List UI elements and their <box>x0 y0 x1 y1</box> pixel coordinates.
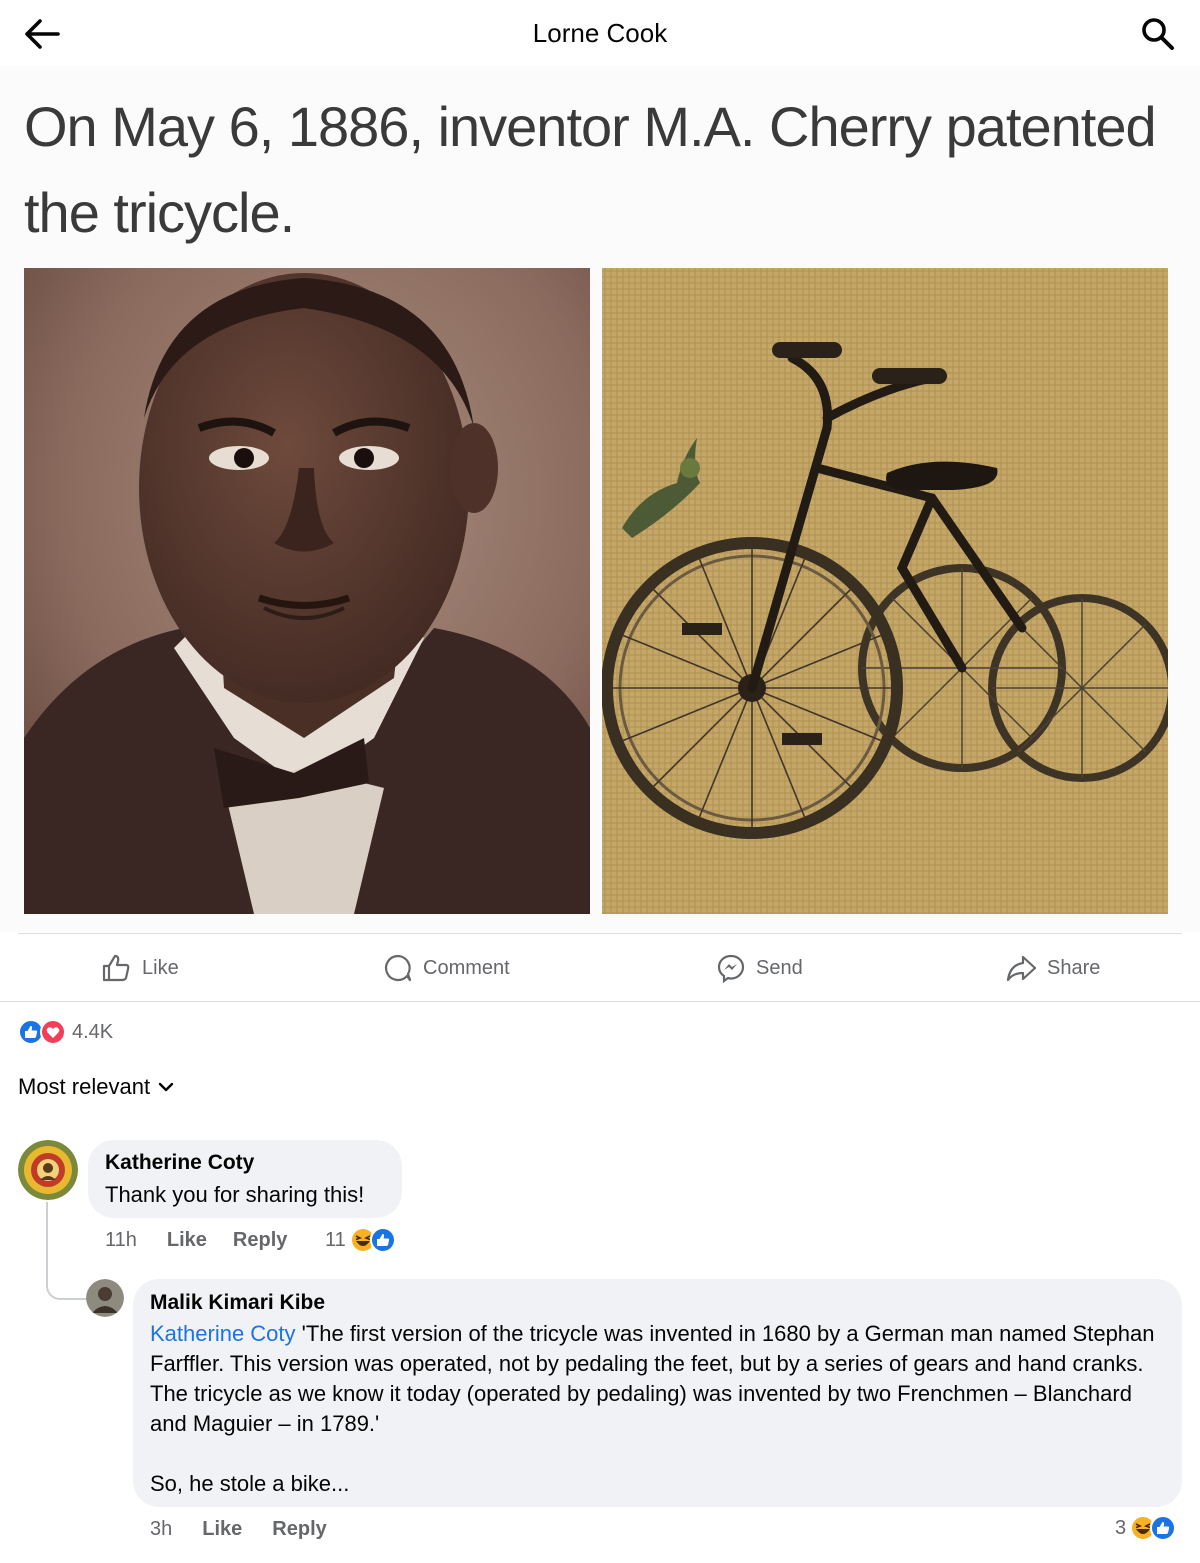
search-icon <box>1142 18 1174 50</box>
comment-reaction-count[interactable]: 3 <box>1115 1515 1177 1541</box>
comment-text: Thank you for sharing this! <box>105 1182 365 1207</box>
comment-icon <box>384 954 412 982</box>
portrait-photo <box>24 268 590 914</box>
share-label: Share <box>1047 956 1101 979</box>
send-label: Send <box>756 956 803 979</box>
comment-text: Katherine Coty 'The first version of the… <box>150 1319 1160 1439</box>
like-reaction-icon <box>369 1227 396 1253</box>
tricycle-icon <box>602 268 1168 914</box>
comment-time[interactable]: 11h <box>105 1229 137 1252</box>
share-button[interactable]: Share <box>1005 934 1100 1002</box>
divider-bottom <box>0 1001 1200 1002</box>
sort-label: Most relevant <box>18 1074 151 1099</box>
avatar[interactable] <box>86 1279 124 1317</box>
comment-text-followup: So, he stole a bike... <box>150 1471 350 1496</box>
like-button[interactable]: Like <box>100 934 179 1002</box>
comment-button[interactable]: Comment <box>383 934 510 1002</box>
comment-meta: 3h Like Reply <box>150 1518 327 1541</box>
comment-like-button[interactable]: Like <box>167 1229 207 1252</box>
comment-meta: 11h Like Reply <box>105 1229 287 1252</box>
love-reaction-icon <box>40 1019 66 1045</box>
post-headline: On May 6, 1886, inventor M.A. Cherry pat… <box>24 95 1157 244</box>
comment-reply-button[interactable]: Reply <box>233 1229 287 1252</box>
comment-label: Comment <box>423 956 510 979</box>
comment-reaction-number: 11 <box>325 1228 346 1251</box>
mention-link[interactable]: Katherine Coty <box>150 1321 296 1346</box>
send-button[interactable]: Send <box>716 934 803 1002</box>
comment-author[interactable]: Malik Kimari Kibe <box>150 1291 325 1315</box>
comment-body: 'The first version of the tricycle was i… <box>150 1321 1155 1436</box>
thumbs-up-icon <box>102 954 130 982</box>
avatar-icon <box>18 1140 78 1200</box>
search-button[interactable] <box>1138 14 1178 54</box>
comment-bubble: Katherine Coty Thank you for sharing thi… <box>88 1140 402 1218</box>
page-title: Lorne Cook <box>532 18 668 48</box>
top-bar: Lorne Cook <box>0 0 1200 66</box>
chevron-down-icon <box>158 1082 174 1092</box>
post-image[interactable]: On May 6, 1886, inventor M.A. Cherry pat… <box>0 66 1200 932</box>
comment-reaction-number: 3 <box>1115 1516 1127 1539</box>
comment-sort-dropdown[interactable]: Most relevant <box>18 1074 174 1100</box>
comment-bubble: Malik Kimari Kibe Katherine Coty 'The fi… <box>133 1279 1182 1507</box>
reaction-count: 4.4K <box>72 1020 114 1043</box>
comment-reply-button[interactable]: Reply <box>272 1518 326 1541</box>
comment-author[interactable]: Katherine Coty <box>105 1151 254 1175</box>
reactions-summary[interactable]: 4.4K <box>18 1017 113 1047</box>
portrait-illustration <box>24 268 590 914</box>
like-label: Like <box>142 956 179 979</box>
like-reaction-icon <box>1150 1515 1177 1541</box>
avatar-icon <box>86 1279 124 1317</box>
share-icon <box>1006 955 1037 982</box>
reaction-icons <box>18 1019 66 1045</box>
comment-like-button[interactable]: Like <box>202 1518 242 1541</box>
comment-time[interactable]: 3h <box>150 1518 172 1541</box>
tricycle-illustration <box>602 268 1168 914</box>
action-bar: Like Comment Send Share <box>0 934 1200 1002</box>
avatar[interactable] <box>18 1140 78 1200</box>
messenger-icon <box>717 954 745 983</box>
comment-reaction-count[interactable]: 11 <box>325 1227 396 1253</box>
